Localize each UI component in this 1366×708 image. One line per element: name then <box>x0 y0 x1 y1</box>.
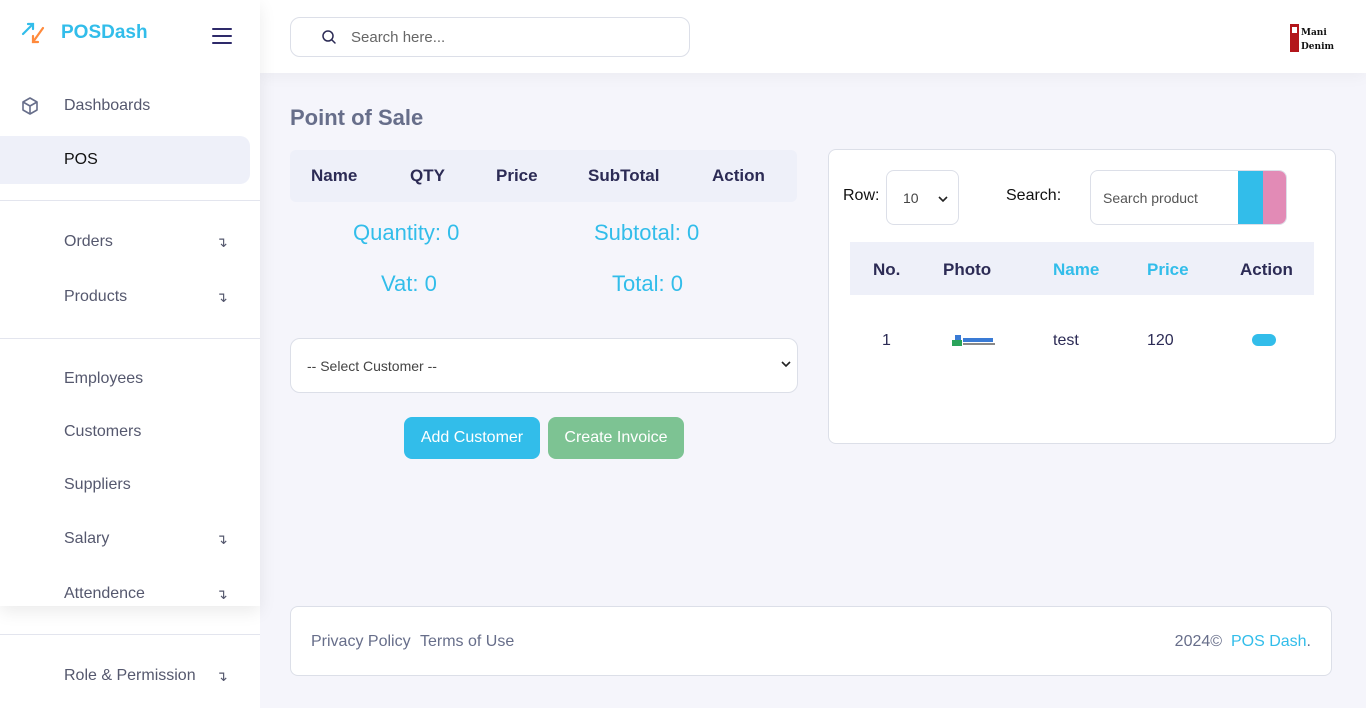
expand-arrow-icon: ↴ <box>216 585 228 602</box>
product-row-price: 120 <box>1147 332 1174 349</box>
sidebar-item-label: POS <box>64 151 98 168</box>
product-col-no: No. <box>873 260 901 279</box>
brand[interactable]: POSDash <box>20 20 148 46</box>
user-logo[interactable]: Mani Denim <box>1288 22 1336 54</box>
product-photo <box>952 335 995 346</box>
expand-arrow-icon: ↴ <box>216 288 228 305</box>
menu-toggle-icon[interactable] <box>212 28 232 44</box>
product-col-action: Action <box>1240 260 1293 279</box>
terms-of-use-link[interactable]: Terms of Use <box>420 633 514 651</box>
sidebar-divider <box>0 634 260 635</box>
product-row-name: test <box>1053 332 1079 349</box>
row-label: Row: <box>843 187 880 204</box>
cart-col-price: Price <box>496 166 538 185</box>
sidebar-item-label: Customers <box>64 423 142 440</box>
cart-col-name: Name <box>311 166 358 185</box>
sidebar-item-label: Orders <box>64 233 113 250</box>
sidebar-item-suppliers[interactable]: Suppliers <box>0 461 250 509</box>
customer-select-value: -- Select Customer -- <box>307 357 437 374</box>
expand-arrow-icon: ↴ <box>216 667 228 684</box>
sidebar-item-products[interactable]: Products ↴ <box>0 273 250 321</box>
cart-subtotal: Subtotal: 0 <box>594 220 700 245</box>
copyright: 2024© POS Dash. <box>1175 633 1311 651</box>
cart-col-qty: QTY <box>410 166 445 185</box>
chevron-down-icon <box>781 361 791 368</box>
product-row-no: 1 <box>882 332 891 349</box>
product-search <box>1090 170 1287 225</box>
cart-col-action: Action <box>712 166 765 185</box>
sidebar-divider <box>0 200 260 201</box>
product-table-header: No. Photo Name Price Action <box>850 242 1314 295</box>
sidebar-item-orders[interactable]: Orders ↴ <box>0 218 250 266</box>
customer-select[interactable]: -- Select Customer -- <box>290 338 798 393</box>
create-invoice-button[interactable]: Create Invoice <box>548 417 684 459</box>
sidebar-item-attendence[interactable]: Attendence ↴ <box>0 570 250 606</box>
sidebar-item-salary[interactable]: Salary ↴ <box>0 515 250 563</box>
search-icon <box>322 30 336 44</box>
footer: Privacy Policy Terms of Use 2024© POS Da… <box>290 606 1332 676</box>
footer-brand-link[interactable]: POS Dash <box>1231 633 1307 650</box>
sidebar-item-customers[interactable]: Customers <box>0 408 250 456</box>
sidebar-item-pos[interactable]: POS <box>0 136 250 184</box>
add-customer-button[interactable]: Add Customer <box>404 417 540 459</box>
sidebar-item-label: Dashboards <box>64 97 151 114</box>
sidebar-item-label: Suppliers <box>64 476 131 493</box>
add-to-cart-button[interactable] <box>1252 334 1276 346</box>
brand-logo-icon <box>21 22 45 44</box>
sidebar-item-label: Employees <box>64 370 144 387</box>
sidebar-divider <box>0 338 260 339</box>
cart-col-subtotal: SubTotal <box>588 166 660 185</box>
product-reset-button[interactable] <box>1263 171 1286 224</box>
sidebar-item-employees[interactable]: Employees <box>0 355 250 403</box>
sidebar-lower: Role & Permission ↴ <box>0 606 260 708</box>
brand-name: POSDash <box>61 22 148 43</box>
sidebar: POSDash Dashboards POS Orders ↴ Products… <box>0 0 260 606</box>
product-search-button[interactable] <box>1238 171 1263 224</box>
product-col-photo: Photo <box>943 260 992 279</box>
expand-arrow-icon: ↴ <box>216 233 228 250</box>
product-search-label: Search: <box>1006 187 1062 204</box>
cart-vat: Vat: 0 <box>381 271 437 296</box>
topbar: Mani Denim <box>260 0 1366 73</box>
sidebar-item-label: Attendence <box>64 585 145 602</box>
svg-text:Denim: Denim <box>1301 42 1334 52</box>
privacy-policy-link[interactable]: Privacy Policy <box>311 633 411 651</box>
copyright-year: 2024© <box>1174 633 1223 650</box>
sidebar-item-role-permission[interactable]: Role & Permission ↴ <box>0 652 250 700</box>
sidebar-item-label: Salary <box>64 530 110 547</box>
search-input[interactable] <box>351 28 651 46</box>
chevron-down-icon <box>938 196 948 203</box>
row-count-select[interactable]: 10 <box>886 170 959 225</box>
copyright-period: . <box>1306 633 1311 650</box>
sidebar-item-label: Role & Permission <box>64 667 196 684</box>
row-count-value: 10 <box>903 189 919 206</box>
expand-arrow-icon: ↴ <box>216 530 228 547</box>
product-panel: Row: 10 Search: No. Photo Name Price Act… <box>828 149 1336 444</box>
sidebar-item-dashboards[interactable]: Dashboards <box>0 82 250 130</box>
cart-total: Total: 0 <box>612 271 683 296</box>
page-title: Point of Sale <box>290 105 424 130</box>
product-col-price[interactable]: Price <box>1147 260 1189 280</box>
product-search-input[interactable] <box>1103 189 1233 206</box>
svg-text:Mani: Mani <box>1301 28 1327 38</box>
cube-icon <box>22 97 38 115</box>
sidebar-item-label: Products <box>64 288 128 305</box>
global-search[interactable] <box>290 17 690 57</box>
cart-quantity: Quantity: 0 <box>353 220 460 245</box>
product-col-name[interactable]: Name <box>1053 260 1099 280</box>
cart-table-header: Name QTY Price SubTotal Action <box>290 150 797 202</box>
